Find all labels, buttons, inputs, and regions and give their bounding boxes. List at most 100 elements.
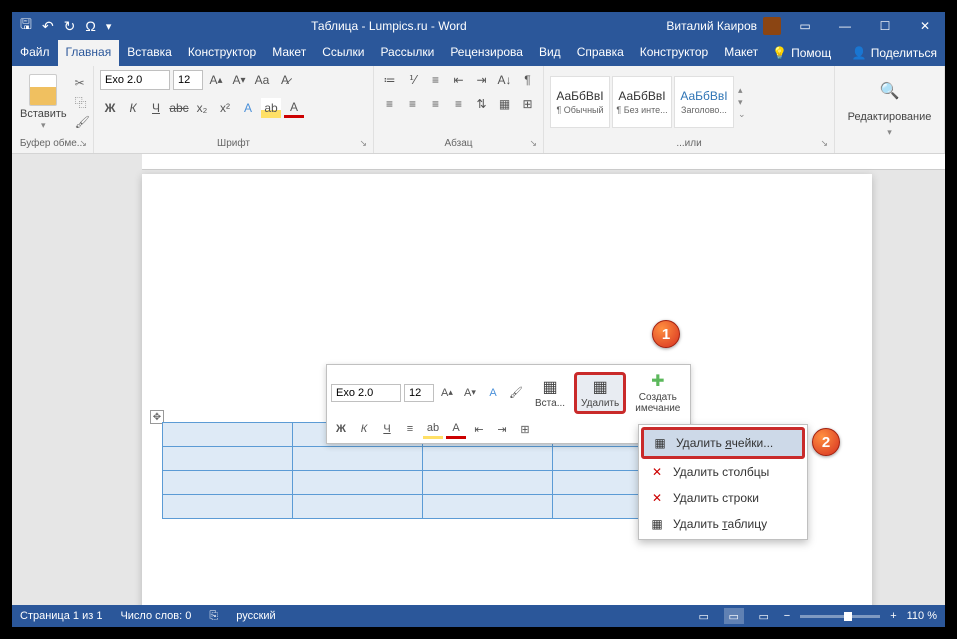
page-status[interactable]: Страница 1 из 1 (20, 610, 102, 622)
show-marks-icon[interactable]: ¶ (518, 70, 538, 90)
zoom-in-icon[interactable]: + (890, 610, 896, 622)
tab-mailings[interactable]: Рассылки (372, 40, 442, 66)
close-icon[interactable]: ✕ (905, 12, 945, 40)
table-row[interactable] (163, 447, 683, 471)
save-icon[interactable]: 🖫 (20, 14, 32, 38)
clear-format-icon[interactable]: A̷ (275, 70, 295, 90)
tab-design[interactable]: Конструктор (180, 40, 264, 66)
style-no-spacing[interactable]: АаБбВвІ¶ Без инте... (612, 76, 672, 128)
word-count[interactable]: Число слов: 0 (120, 610, 191, 622)
tab-insert[interactable]: Вставка (119, 40, 180, 66)
tab-table-layout[interactable]: Макет (716, 40, 766, 66)
tab-layout[interactable]: Макет (264, 40, 314, 66)
highlight-icon[interactable]: ab (261, 98, 281, 118)
shading-icon[interactable]: ▦ (495, 94, 515, 114)
avatar[interactable] (763, 17, 781, 35)
italic-button[interactable]: К (354, 419, 374, 439)
launcher-icon[interactable]: ↘ (820, 138, 828, 149)
justify-icon[interactable]: ≡ (449, 94, 469, 114)
copy-icon[interactable]: ⿻ (75, 94, 90, 111)
redo-icon[interactable]: ↻ (64, 18, 76, 35)
strike-button[interactable]: abc (169, 98, 189, 118)
read-mode-icon[interactable]: ▭ (694, 608, 714, 624)
borders-icon[interactable]: ⊞ (518, 94, 538, 114)
tab-home[interactable]: Главная (58, 40, 120, 66)
tab-review[interactable]: Рецензирова (442, 40, 531, 66)
format-painter-icon[interactable]: 🖌 (506, 383, 526, 403)
align-left-icon[interactable]: ≡ (380, 94, 400, 114)
delete-table-item[interactable]: ▦Удалить таблицу (641, 511, 805, 537)
undo-icon[interactable]: ↶ (42, 18, 54, 35)
delete-rows-item[interactable]: ✕Удалить строки (641, 485, 805, 511)
font-size-input[interactable] (173, 70, 203, 90)
bold-button[interactable]: Ж (100, 98, 120, 118)
sort-icon[interactable]: A↓ (495, 70, 515, 90)
font-color-icon[interactable]: A (446, 419, 466, 439)
multilevel-icon[interactable]: ≡ (426, 70, 446, 90)
paste-button[interactable]: Вставить ▾ (16, 70, 71, 135)
styles-up-icon[interactable]: ▴ (738, 85, 746, 96)
minimize-icon[interactable]: — (825, 12, 865, 40)
grow-font-icon[interactable]: A▴ (206, 70, 226, 90)
change-case-icon[interactable]: Aa (252, 70, 272, 90)
mini-insert-button[interactable]: ▦Вста... (529, 375, 571, 411)
align-icon[interactable]: ≡ (400, 419, 420, 439)
tab-view[interactable]: Вид (531, 40, 569, 66)
style-heading1[interactable]: АаБбВвІЗаголово... (674, 76, 734, 128)
tab-file[interactable]: Файл (12, 40, 58, 66)
horizontal-ruler[interactable] (142, 154, 945, 170)
mini-font-name[interactable] (331, 384, 401, 402)
tab-help[interactable]: Справка (569, 40, 632, 66)
launcher-icon[interactable]: ↘ (79, 138, 87, 149)
maximize-icon[interactable]: ☐ (865, 12, 905, 40)
table-row[interactable] (163, 471, 683, 495)
zoom-value[interactable]: 110 % (907, 610, 937, 622)
style-normal[interactable]: АаБбВвІ¶ Обычный (550, 76, 610, 128)
print-layout-icon[interactable]: ▭ (724, 608, 744, 624)
subscript-button[interactable]: x₂ (192, 98, 212, 118)
format-painter-icon[interactable]: 🖌 (75, 115, 90, 129)
launcher-icon[interactable]: ↘ (529, 138, 537, 149)
numbering-icon[interactable]: ⅟ (403, 70, 423, 90)
underline-button[interactable]: Ч (377, 419, 397, 439)
delete-columns-item[interactable]: ✕Удалить столбцы (641, 459, 805, 485)
line-spacing-icon[interactable]: ⇅ (472, 94, 492, 114)
shrink-font-icon[interactable]: A▾ (229, 70, 249, 90)
align-right-icon[interactable]: ≡ (426, 94, 446, 114)
styles-icon[interactable]: A (483, 383, 503, 403)
bold-button[interactable]: Ж (331, 419, 351, 439)
text-effects-icon[interactable]: A (238, 98, 258, 118)
launcher-icon[interactable]: ↘ (359, 138, 367, 149)
mini-font-size[interactable] (404, 384, 434, 402)
cut-icon[interactable]: ✂ (75, 76, 90, 90)
mini-delete-button[interactable]: ▦Удалить (574, 372, 626, 414)
align-center-icon[interactable]: ≡ (403, 94, 423, 114)
superscript-button[interactable]: x² (215, 98, 235, 118)
highlight-icon[interactable]: ab (423, 419, 443, 439)
dec-indent-icon[interactable]: ⇤ (449, 70, 469, 90)
user-name[interactable]: Виталий Каиров (666, 19, 757, 33)
delete-cells-item[interactable]: ▦Удалить ячейки... (641, 427, 805, 459)
tab-references[interactable]: Ссылки (314, 40, 372, 66)
proofing-icon[interactable]: ⎘ (209, 610, 218, 623)
grow-font-icon[interactable]: A▴ (437, 383, 457, 403)
zoom-slider[interactable] (800, 615, 880, 618)
inc-indent-icon[interactable]: ⇥ (492, 419, 512, 439)
bullets-icon[interactable]: ≔ (380, 70, 400, 90)
language-status[interactable]: русский (236, 610, 275, 622)
share-button[interactable]: 👤Поделиться (844, 40, 945, 66)
find-icon[interactable]: 🔍 (880, 81, 900, 101)
omega-icon[interactable]: Ω (85, 18, 95, 34)
mini-new-comment-button[interactable]: ✚Создатьимечание (629, 369, 686, 416)
italic-button[interactable]: К (123, 98, 143, 118)
underline-button[interactable]: Ч (146, 98, 166, 118)
styles-more-icon[interactable]: ⌄ (738, 109, 746, 120)
shrink-font-icon[interactable]: A▾ (460, 383, 480, 403)
tell-me[interactable]: 💡Помощ (766, 40, 837, 66)
styles-down-icon[interactable]: ▾ (738, 97, 746, 108)
inc-indent-icon[interactable]: ⇥ (472, 70, 492, 90)
web-layout-icon[interactable]: ▭ (754, 608, 774, 624)
table-row[interactable] (163, 495, 683, 519)
ribbon-display-icon[interactable]: ▭ (785, 12, 825, 40)
dec-indent-icon[interactable]: ⇤ (469, 419, 489, 439)
